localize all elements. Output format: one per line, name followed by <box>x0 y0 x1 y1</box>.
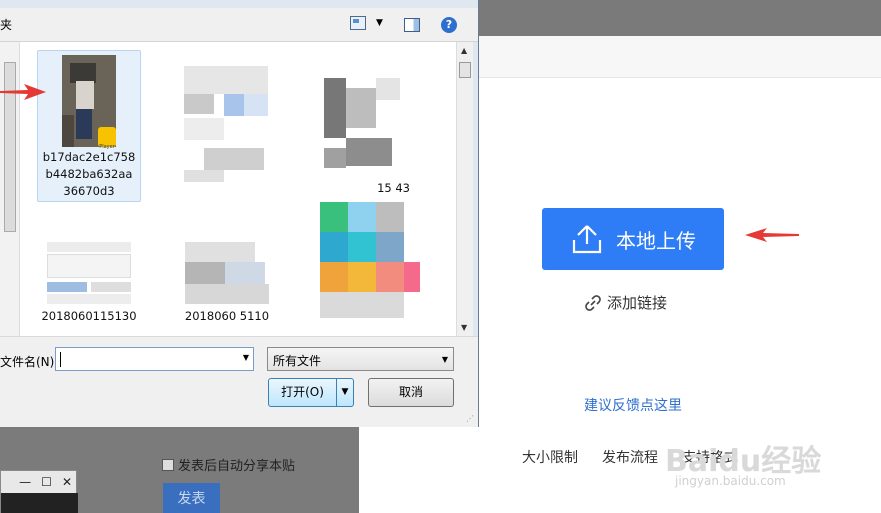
new-folder-label[interactable]: 夹 <box>0 16 12 33</box>
file-type-value: 所有文件 <box>273 354 322 368</box>
file-name: 2018060115130 <box>41 309 137 323</box>
open-button-label[interactable]: 打开(O) <box>269 379 337 406</box>
help-icon[interactable]: ? <box>441 17 457 33</box>
add-link-label: 添加链接 <box>607 294 668 312</box>
feedback-link[interactable]: 建议反馈点这里 <box>584 395 682 415</box>
window-controls: — ☐ ✕ <box>19 475 72 489</box>
local-upload-label: 本地上传 <box>616 228 696 253</box>
browser-area <box>479 0 881 36</box>
file-list-scrollbar[interactable]: ▲ ▼ <box>456 42 473 336</box>
file-item[interactable] <box>170 54 274 204</box>
open-dropdown-icon[interactable]: ▼ <box>337 379 353 406</box>
cancel-button[interactable]: 取消 <box>368 378 454 407</box>
change-view-button[interactable]: ▼ <box>350 16 383 30</box>
link-icon <box>585 294 601 311</box>
scroll-up-icon[interactable]: ▲ <box>461 46 467 55</box>
file-name: 15 43 <box>377 181 410 195</box>
view-icon <box>350 16 366 30</box>
maximize-icon[interactable]: ☐ <box>41 475 52 489</box>
file-item[interactable]: Player b17dac2e1c758b4482ba632aa36670d3 <box>37 50 141 202</box>
scroll-thumb[interactable] <box>459 62 471 78</box>
dialog-toolbar: 夹 ▼ ? <box>0 0 478 42</box>
text-caret <box>60 352 61 367</box>
checkbox-box[interactable] <box>162 458 174 471</box>
address-strip <box>0 0 478 8</box>
file-type-select[interactable]: 所有文件 ▼ <box>267 347 454 371</box>
file-item[interactable]: 2018060 5110 <box>175 234 279 334</box>
watermark-url: jingyan.baidu.com <box>675 474 786 488</box>
file-name: 2018060 5110 <box>184 309 270 323</box>
preview-pane-icon[interactable] <box>404 18 420 32</box>
local-upload-button[interactable]: 本地上传 <box>542 208 724 270</box>
publish-flow-link[interactable]: 发布流程 <box>602 447 658 467</box>
player-badge: Player <box>98 127 116 150</box>
file-list: Player b17dac2e1c758b4482ba632aa36670d3 <box>20 42 456 336</box>
file-item[interactable] <box>316 198 420 334</box>
chevron-down-icon: ▼ <box>376 18 383 28</box>
image-thumbnail <box>316 202 420 318</box>
mini-window-content <box>1 493 78 513</box>
chevron-down-icon[interactable]: ▼ <box>243 353 249 362</box>
resize-grip-icon[interactable]: ⋰ <box>466 414 474 423</box>
file-open-dialog: 夹 ▼ ? Player b17dac2e1c758b4482ba632aa36… <box>0 0 479 427</box>
dialog-bottom-bar: 文件名(N): ▼ 所有文件 ▼ 打开(O) ▼ 取消 ⋰ <box>0 336 478 427</box>
add-link-button[interactable]: 添加链接 <box>585 292 667 313</box>
mini-window: — ☐ ✕ <box>0 470 78 513</box>
open-button[interactable]: 打开(O) ▼ <box>268 378 354 407</box>
annotation-arrow-icon <box>0 84 46 100</box>
filename-label: 文件名(N): <box>0 355 59 369</box>
file-name: b17dac2e1c758b4482ba632aa36670d3 <box>42 150 136 198</box>
image-thumbnail <box>174 58 270 182</box>
publish-button[interactable]: 发表 <box>163 483 220 513</box>
image-thumbnail <box>179 238 275 306</box>
chevron-down-icon: ▼ <box>441 355 448 364</box>
annotation-arrow-icon <box>745 228 799 242</box>
minimize-icon[interactable]: — <box>19 475 31 489</box>
image-thumbnail <box>41 234 137 306</box>
panel-header <box>479 36 881 78</box>
file-item[interactable]: 2018060115130 <box>37 230 141 334</box>
close-icon[interactable]: ✕ <box>62 475 72 489</box>
video-thumbnail: Player <box>62 55 116 150</box>
filename-input[interactable]: ▼ <box>55 347 254 371</box>
scroll-down-icon[interactable]: ▼ <box>461 323 467 332</box>
image-thumbnail <box>314 58 410 178</box>
file-item[interactable]: 15 43 <box>310 54 414 204</box>
auto-share-checkbox[interactable]: 发表后自动分享本贴 <box>162 455 295 474</box>
auto-share-label: 发表后自动分享本贴 <box>178 459 296 474</box>
upload-icon <box>572 225 602 254</box>
size-limit-link[interactable]: 大小限制 <box>522 447 578 467</box>
